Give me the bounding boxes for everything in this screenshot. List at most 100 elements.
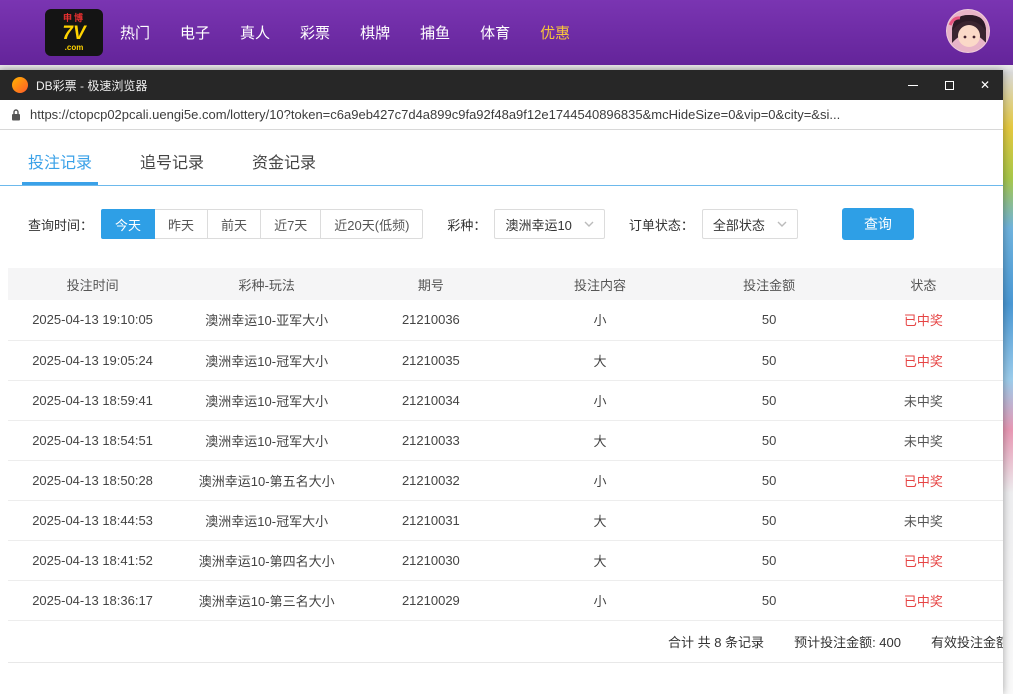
time-filter-group: 今天昨天前天近7天近20天(低频) (101, 209, 423, 239)
game-cell: 澳洲幸运10-冠军大小 (177, 340, 356, 380)
amount-cell: 50 (695, 420, 844, 460)
screen: 申博 7V .com 热门电子真人彩票棋牌捕鱼体育优惠 DB彩票 - 极速浏览器 (0, 0, 1013, 694)
amount-cell: 50 (695, 340, 844, 380)
time-filter-前天[interactable]: 前天 (207, 209, 261, 239)
table-row: 2025-04-13 19:05:24澳洲幸运10-冠军大小21210035大5… (8, 340, 1003, 380)
status-cell: 已中奖 (844, 340, 1003, 380)
order-status-select[interactable]: 全部状态 (702, 209, 798, 239)
col-header-game: 彩种-玩法 (177, 268, 356, 300)
issue-cell: 21210033 (356, 420, 505, 460)
table-row: 2025-04-13 18:44:53澳洲幸运10-冠军大小21210031大5… (8, 500, 1003, 540)
nav-item-优惠[interactable]: 优惠 (525, 22, 585, 43)
bet-time-cell: 2025-04-13 18:50:28 (8, 460, 177, 500)
time-filter-今天[interactable]: 今天 (101, 209, 155, 239)
lottery-select-value: 澳洲幸运10 (505, 215, 571, 234)
content-cell: 大 (505, 540, 694, 580)
content-cell: 小 (505, 380, 694, 420)
time-filter-近7天[interactable]: 近7天 (260, 209, 321, 239)
maximize-button[interactable] (931, 70, 967, 100)
bet-time-cell: 2025-04-13 18:54:51 (8, 420, 177, 460)
table-row: 2025-04-13 18:41:52澳洲幸运10-第四名大小21210030大… (8, 540, 1003, 580)
browser-titlebar[interactable]: DB彩票 - 极速浏览器 ✕ (0, 70, 1003, 100)
nav-item-彩票[interactable]: 彩票 (285, 22, 345, 43)
issue-cell: 21210030 (356, 540, 505, 580)
table-row: 2025-04-13 18:59:41澳洲幸运10-冠军大小21210034小5… (8, 380, 1003, 420)
bet-records-table: 投注时间 彩种-玩法 期号 投注内容 投注金额 状态 2025-04-13 19… (8, 268, 1003, 621)
time-filter-昨天[interactable]: 昨天 (154, 209, 208, 239)
site-logo[interactable]: 申博 7V .com (45, 9, 103, 56)
query-button[interactable]: 查询 (842, 208, 914, 240)
nav-item-体育[interactable]: 体育 (465, 22, 525, 43)
status-cell: 未中奖 (844, 380, 1003, 420)
content-cell: 小 (505, 460, 694, 500)
col-header-status: 状态 (844, 268, 1003, 300)
url-text[interactable]: https://ctopcp02pcali.uengi5e.com/lotter… (30, 107, 840, 122)
issue-cell: 21210029 (356, 580, 505, 620)
status-cell: 未中奖 (844, 420, 1003, 460)
nav-item-捕鱼[interactable]: 捕鱼 (405, 22, 465, 43)
col-header-amount: 投注金额 (695, 268, 844, 300)
status-cell: 已中奖 (844, 300, 1003, 340)
lock-icon (10, 108, 22, 122)
filter-bar: 查询时间： 今天昨天前天近7天近20天(低频) 彩种： 澳洲幸运10 订单状态：… (0, 186, 1003, 254)
status-cell: 已中奖 (844, 580, 1003, 620)
close-button[interactable]: ✕ (967, 70, 1003, 100)
content-cell: 小 (505, 300, 694, 340)
table-row: 2025-04-13 18:54:51澳洲幸运10-冠军大小21210033大5… (8, 420, 1003, 460)
amount-cell: 50 (695, 540, 844, 580)
browser-app-icon (12, 77, 28, 93)
col-header-issue: 期号 (356, 268, 505, 300)
amount-cell: 50 (695, 580, 844, 620)
tab-投注记录[interactable]: 投注记录 (4, 149, 116, 185)
content-cell: 小 (505, 580, 694, 620)
summary-bar: 合计 共 8 条记录 预计投注金额: 400 有效投注金额 (8, 621, 1003, 663)
order-status-value: 全部状态 (713, 215, 765, 234)
col-header-time: 投注时间 (8, 268, 177, 300)
avatar[interactable] (946, 9, 990, 53)
game-cell: 澳洲幸运10-冠军大小 (177, 380, 356, 420)
nav-item-真人[interactable]: 真人 (225, 22, 285, 43)
game-cell: 澳洲幸运10-第五名大小 (177, 460, 356, 500)
logo-suffix-text: .com (65, 44, 84, 52)
amount-cell: 50 (695, 500, 844, 540)
nav-item-热门[interactable]: 热门 (105, 22, 165, 43)
logo-top-text: 申博 (63, 14, 85, 23)
amount-cell: 50 (695, 300, 844, 340)
issue-cell: 21210035 (356, 340, 505, 380)
time-filter-近20天(低频)[interactable]: 近20天(低频) (320, 209, 423, 239)
chevron-down-icon (777, 221, 787, 227)
content-cell: 大 (505, 500, 694, 540)
site-header: 申博 7V .com 热门电子真人彩票棋牌捕鱼体育优惠 (0, 0, 1013, 65)
logo-main-text: 7V (62, 24, 85, 43)
minimize-button[interactable] (895, 70, 931, 100)
page-content: 投注记录追号记录资金记录 查询时间： 今天昨天前天近7天近20天(低频) 彩种：… (0, 130, 1003, 694)
status-cell: 未中奖 (844, 500, 1003, 540)
tab-资金记录[interactable]: 资金记录 (228, 149, 340, 185)
main-nav: 热门电子真人彩票棋牌捕鱼体育优惠 (105, 22, 585, 43)
col-header-content: 投注内容 (505, 268, 694, 300)
nav-item-棋牌[interactable]: 棋牌 (345, 22, 405, 43)
summary-valid-amount: 有效投注金额 (931, 632, 1003, 651)
lottery-select[interactable]: 澳洲幸运10 (494, 209, 604, 239)
status-cell: 已中奖 (844, 460, 1003, 500)
bet-time-cell: 2025-04-13 18:44:53 (8, 500, 177, 540)
content-cell: 大 (505, 420, 694, 460)
amount-cell: 50 (695, 460, 844, 500)
issue-cell: 21210031 (356, 500, 505, 540)
tab-追号记录[interactable]: 追号记录 (116, 149, 228, 185)
table-row: 2025-04-13 18:36:17澳洲幸运10-第三名大小21210029小… (8, 580, 1003, 620)
maximize-icon (945, 81, 954, 90)
tab-bar: 投注记录追号记录资金记录 (0, 130, 1003, 186)
game-cell: 澳洲幸运10-第三名大小 (177, 580, 356, 620)
game-cell: 澳洲幸运10-第四名大小 (177, 540, 356, 580)
lottery-select-label: 彩种： (447, 215, 486, 234)
bet-time-cell: 2025-04-13 18:59:41 (8, 380, 177, 420)
table-row: 2025-04-13 19:10:05澳洲幸运10-亚军大小21210036小5… (8, 300, 1003, 340)
nav-item-电子[interactable]: 电子 (165, 22, 225, 43)
bet-table-body: 2025-04-13 19:10:05澳洲幸运10-亚军大小21210036小5… (8, 300, 1003, 620)
game-cell: 澳洲幸运10-冠军大小 (177, 500, 356, 540)
status-cell: 已中奖 (844, 540, 1003, 580)
summary-expected-amount: 预计投注金额: 400 (794, 632, 901, 651)
time-filter-label: 查询时间： (28, 215, 93, 234)
order-status-label: 订单状态： (629, 215, 694, 234)
